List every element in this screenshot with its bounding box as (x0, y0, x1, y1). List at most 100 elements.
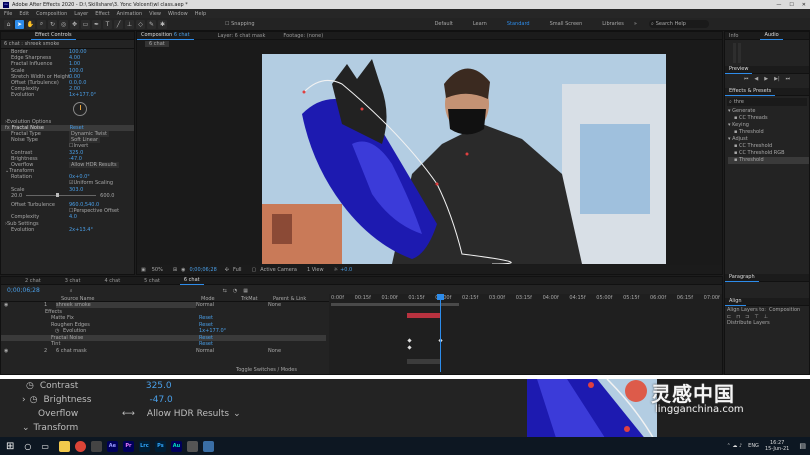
timeline-search-icon[interactable]: ⌕ (70, 288, 73, 294)
noise-type-dropdown[interactable]: Soft Linear (69, 137, 100, 144)
layer-bar[interactable] (407, 313, 441, 318)
prop-overflow[interactable]: Overflow Allow HDR Results (11, 161, 134, 168)
zoom-overflow-dropdown[interactable]: Allow HDR Results (147, 409, 229, 419)
tab-layer[interactable]: Layer: 6 chat mask (214, 32, 270, 40)
first-frame-icon[interactable]: ⏮ (744, 76, 749, 82)
exposure-value[interactable]: +0.0 (340, 267, 352, 273)
photoshop-icon[interactable]: Ps (154, 440, 166, 452)
layer-bar-2[interactable] (407, 359, 441, 364)
tree-item[interactable]: ▾ Keying (728, 122, 809, 129)
taskbar-search-icon[interactable]: ○ (24, 442, 31, 451)
zoom-prop-overflow[interactable]: Overflow ⟷ Allow HDR Results ⌄ (0, 407, 527, 421)
align-middle-icon[interactable]: ⊥ (764, 314, 768, 320)
clone-stamp-tool-icon[interactable]: ⊥ (125, 19, 134, 29)
next-frame-icon[interactable]: ▶| (774, 76, 780, 82)
scale-slider[interactable]: 20.0 600.0 (11, 193, 134, 199)
exposure-icon[interactable]: ☼ (334, 267, 338, 273)
minimize-button[interactable]: — (776, 2, 781, 8)
file-explorer-icon[interactable] (58, 440, 70, 452)
tree-item[interactable]: ▪ CC Threshold (728, 143, 809, 150)
zoom-tool-icon[interactable]: ⌕ (37, 19, 46, 29)
tab-effect-controls[interactable]: Effect Controls (31, 32, 76, 40)
current-time-indicator[interactable] (437, 294, 444, 372)
rotate-tool-icon[interactable]: ↻ (48, 19, 57, 29)
menu-help[interactable]: Help (195, 11, 206, 17)
comp-mini-flow-icon[interactable]: ⇆ (223, 288, 227, 294)
zoom-transform-group[interactable]: ⌄ Transform (0, 421, 527, 435)
eraser-tool-icon[interactable]: ◇ (136, 19, 145, 29)
timeline-track-area[interactable]: 0:00f00:15f01:00f01:15f02:00f02:15f03:00… (329, 294, 722, 374)
workspace-more-icon[interactable]: » (634, 21, 637, 27)
tree-item[interactable]: ▪ CC Threshold RGB (728, 150, 809, 157)
search-help-input[interactable]: Search Help (656, 21, 686, 27)
playhead-icon[interactable] (437, 294, 444, 300)
fx-toggle-icon[interactable]: fx (5, 125, 10, 131)
timeline-tab[interactable]: 2 chat (21, 277, 45, 285)
tab-align[interactable]: Align (725, 297, 746, 306)
workspace-standard[interactable]: Standard (507, 21, 530, 27)
brush-tool-icon[interactable]: ╱ (114, 19, 123, 29)
menu-window[interactable]: Window (168, 11, 188, 17)
workspace-default[interactable]: Default (435, 21, 453, 27)
grid-icon[interactable]: ⊞ (173, 267, 177, 273)
last-frame-icon[interactable]: ⏭ (786, 76, 791, 82)
search-help[interactable]: ⌕ Search Help (648, 20, 709, 28)
camera-snapshot-icon[interactable]: ◉ (181, 267, 185, 273)
comp-viewer[interactable] (262, 54, 666, 264)
fractal-noise-reset[interactable]: Reset (70, 125, 84, 131)
align-right-icon[interactable]: ⊐ (745, 314, 749, 320)
graph-editor-icon[interactable]: ▦ (243, 288, 248, 294)
app-icon[interactable] (186, 440, 198, 452)
menu-edit[interactable]: Edit (19, 11, 29, 17)
camera-tool-icon[interactable]: ◎ (59, 19, 68, 29)
rectangle-tool-icon[interactable]: ▭ (81, 19, 90, 29)
scale-slider-thumb-icon[interactable] (56, 193, 60, 198)
effects-search-input[interactable]: thre (734, 99, 744, 105)
overflow-dropdown[interactable]: Allow HDR Results (69, 161, 119, 168)
tree-item[interactable]: ▪ Threshold (728, 129, 809, 136)
language-indicator[interactable]: ENG (748, 443, 759, 449)
roi-icon[interactable]: ▢ (252, 267, 257, 273)
menu-view[interactable]: View (149, 11, 161, 17)
motion-blur-icon[interactable]: ◔ (233, 288, 237, 294)
evolution-dial[interactable] (73, 101, 87, 116)
stopwatch-icon[interactable]: ◷ (30, 395, 38, 405)
resolution-dropdown[interactable]: Full (233, 267, 242, 273)
tab-composition[interactable]: Composition 6 chat (137, 31, 194, 40)
current-time-display[interactable]: 0;00;06;28 (189, 267, 216, 273)
type-tool-icon[interactable]: T (103, 19, 112, 29)
toggle-switches-modes[interactable]: Toggle Switches / Modes (236, 367, 297, 373)
align-top-icon[interactable]: ⊤ (754, 314, 758, 320)
tab-paragraph[interactable]: Paragraph (725, 273, 759, 282)
view-layout-dropdown[interactable]: 1 View (307, 267, 324, 273)
hand-tool-icon[interactable]: ✋ (26, 19, 35, 29)
chrome-icon[interactable] (74, 440, 86, 452)
workspace-learn[interactable]: Learn (473, 21, 487, 27)
task-view-icon[interactable]: ▭ (41, 442, 49, 451)
home-icon[interactable]: ⌂ (4, 19, 13, 29)
tab-audio[interactable]: Audio (760, 31, 783, 40)
stopwatch-icon[interactable]: ◷ (55, 328, 63, 334)
keyframe-icon[interactable] (407, 345, 412, 350)
camera-dropdown[interactable]: Active Camera (260, 267, 297, 273)
menu-file[interactable]: File (4, 11, 12, 17)
snapping-checkbox[interactable]: ☐ Snapping (225, 21, 255, 27)
pan-behind-tool-icon[interactable]: ✥ (70, 19, 79, 29)
lightroom-icon[interactable]: Lrc (138, 440, 150, 452)
zoom-prop-contrast[interactable]: ◷ Contrast 325.0 (0, 379, 527, 393)
pen-tool-icon[interactable]: ✒ (92, 19, 101, 29)
notification-icon[interactable]: ▤ (799, 442, 806, 450)
play-icon[interactable]: ▶ (764, 76, 768, 82)
workspace-small-screen[interactable]: Small Screen (550, 21, 583, 27)
tree-item[interactable]: ▾ Generate (728, 108, 809, 115)
zoom-prop-brightness[interactable]: › ◷ Brightness -47.0 (0, 393, 527, 407)
timeline-tab[interactable]: 4 chat (100, 277, 124, 285)
roto-brush-tool-icon[interactable]: ✎ (147, 19, 156, 29)
timeline-layer-row[interactable]: ◉ 1 shreek smoke Normal None (1, 302, 326, 309)
timeline-tab[interactable]: 3 chat (61, 277, 85, 285)
stopwatch-icon[interactable]: ◷ (26, 381, 34, 391)
tree-item-selected[interactable]: ▪ Threshold (728, 157, 809, 164)
visibility-icon[interactable]: ◉ (4, 302, 14, 308)
after-effects-icon[interactable]: Ae (106, 440, 118, 452)
audition-icon[interactable]: Au (170, 440, 182, 452)
